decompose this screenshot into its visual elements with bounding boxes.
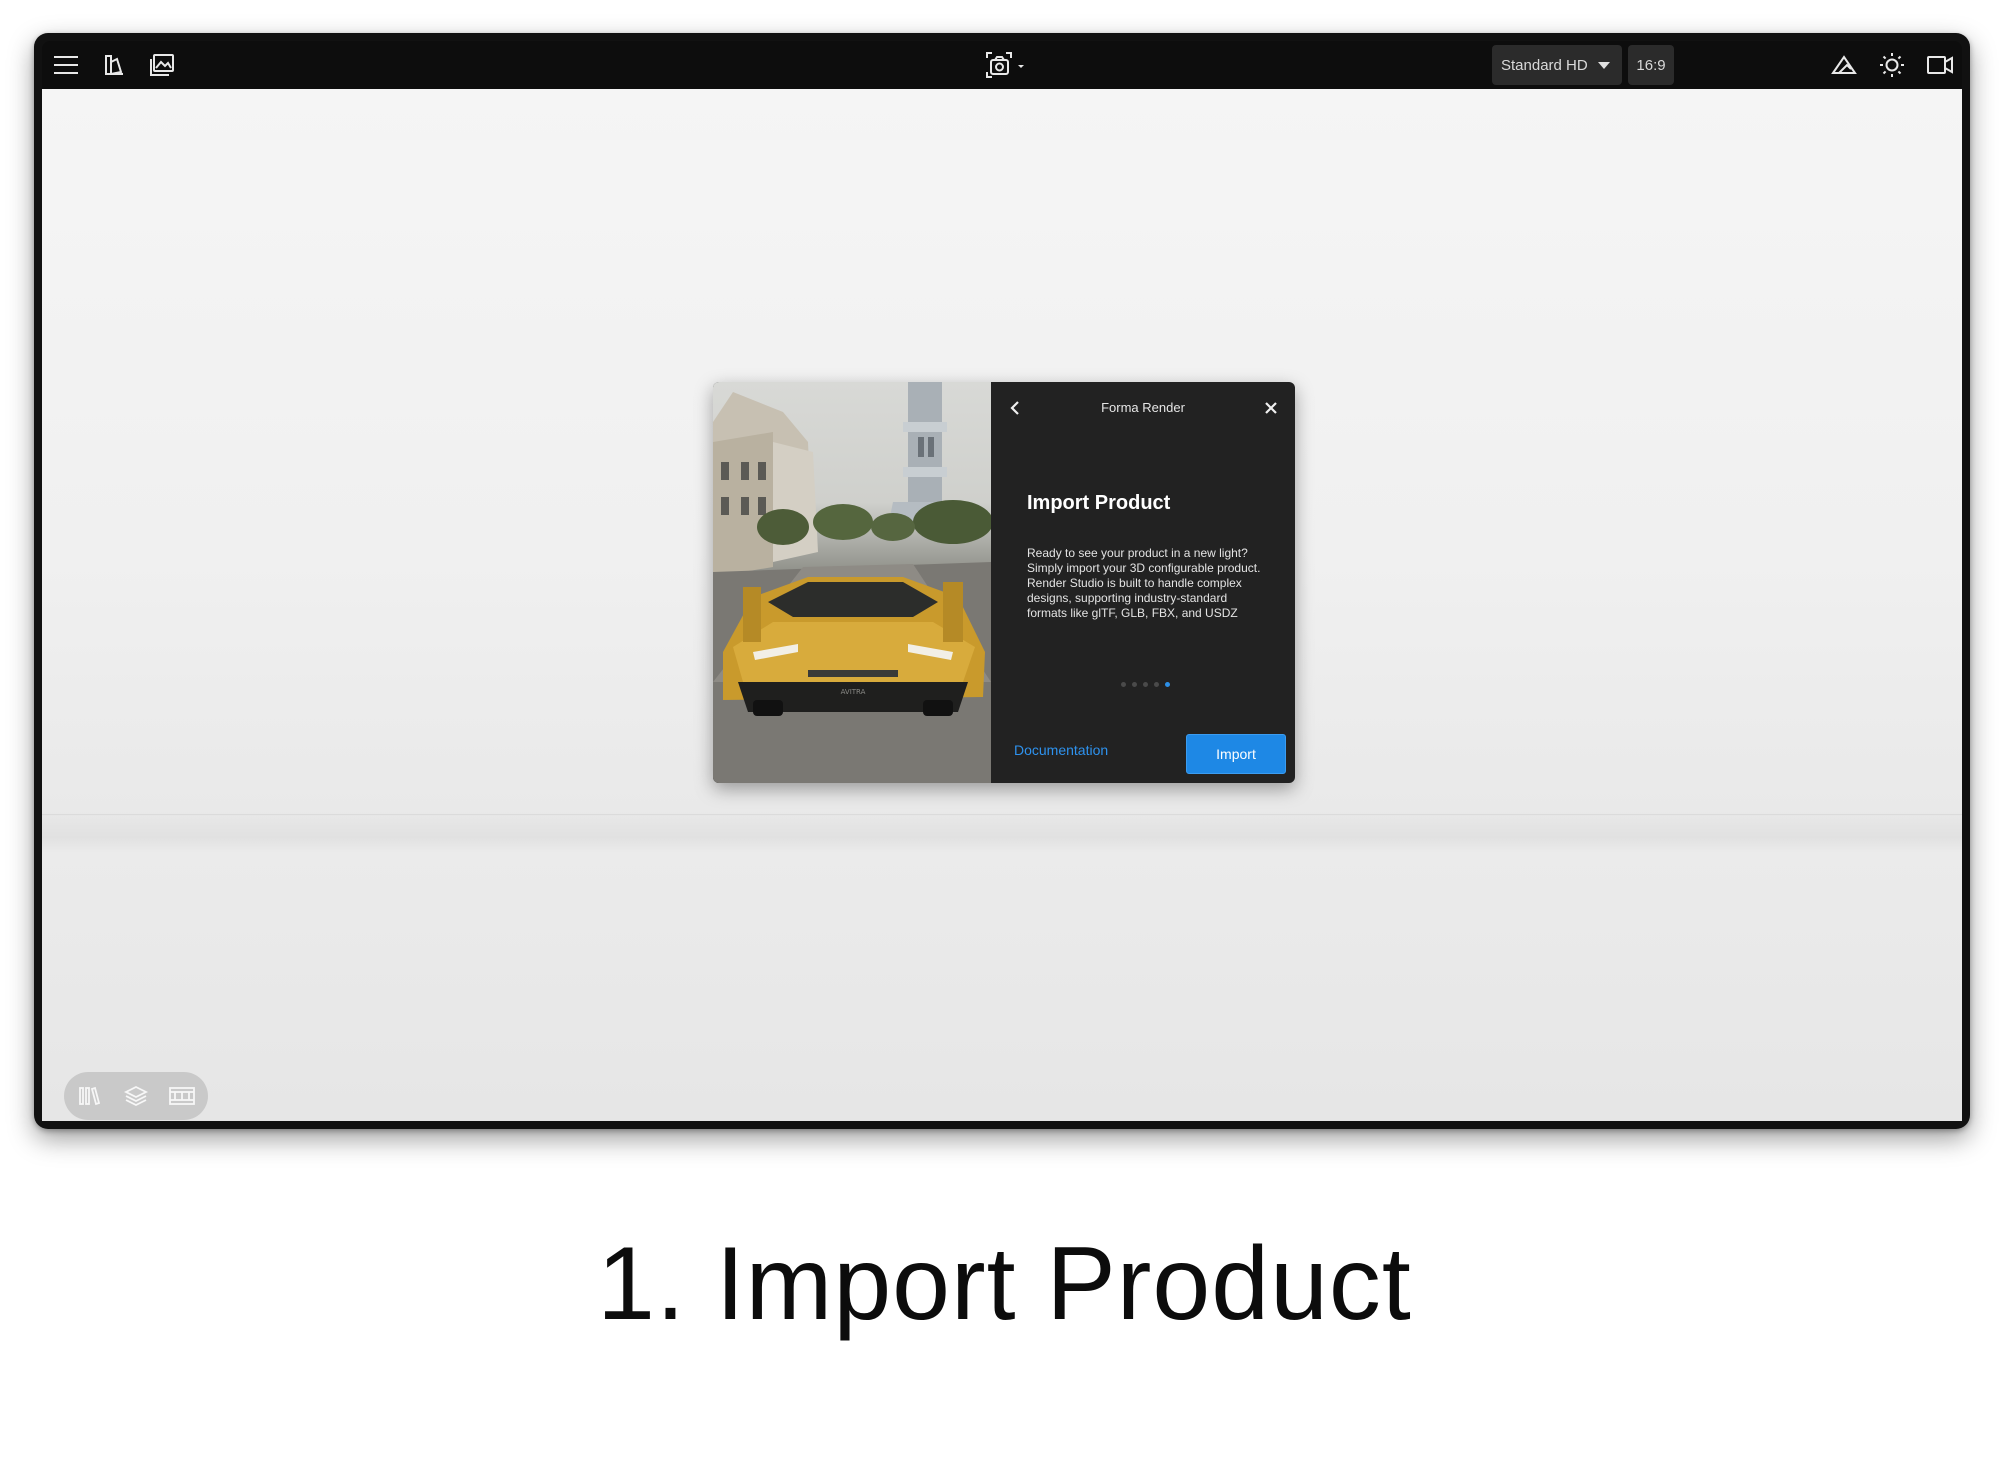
slide-caption: 1. Import Product (597, 1226, 1412, 1342)
close-icon (1265, 402, 1277, 414)
lighting-icon[interactable] (1872, 41, 1912, 89)
product-preview-image: AVITRA (713, 382, 991, 783)
pagination-dot[interactable] (1153, 682, 1159, 687)
resolution-dropdown[interactable]: Standard HD (1492, 45, 1622, 85)
close-button[interactable] (1257, 394, 1285, 422)
app-window: Standard HD 16:9 AVITRA Forma Render Imp… (34, 33, 1970, 1129)
filmstrip-icon[interactable] (160, 1072, 204, 1120)
camera-capture-icon[interactable] (982, 41, 1030, 89)
resolution-value: Standard HD (1501, 56, 1588, 74)
pagination-dot[interactable] (1120, 682, 1126, 687)
chevron-down-icon (1598, 62, 1610, 69)
dialog-heading: Import Product (1027, 492, 1171, 514)
environment-icon[interactable] (1824, 41, 1864, 89)
render-viewport[interactable]: AVITRA Forma Render Import Product Ready… (42, 89, 1962, 1121)
aspect-ratio-value: 16:9 (1636, 56, 1666, 74)
pagination-dots (991, 682, 1295, 687)
aspect-ratio-button[interactable]: 16:9 (1628, 45, 1674, 85)
camera-view-icon[interactable] (1920, 41, 1960, 89)
dialog-content-panel: Forma Render Import Product Ready to see… (991, 382, 1295, 783)
license-plate-text: AVITRA (841, 688, 866, 696)
pagination-dot[interactable] (1142, 682, 1148, 687)
layers-icon[interactable] (114, 1072, 158, 1120)
documentation-link[interactable]: Documentation (1014, 742, 1108, 758)
pagination-dot[interactable] (1131, 682, 1137, 687)
pagination-dot-active[interactable] (1164, 682, 1170, 687)
dialog-title: Forma Render (1101, 400, 1185, 415)
import-button[interactable]: Import (1186, 734, 1286, 774)
top-toolbar: Standard HD 16:9 (42, 41, 1962, 89)
image-gallery-icon[interactable] (142, 41, 182, 89)
bottom-tool-pill (64, 1072, 208, 1120)
dialog-description: Ready to see your product in a new light… (1027, 546, 1261, 620)
menu-icon[interactable] (46, 41, 86, 89)
ground-horizon (42, 814, 1962, 816)
onboarding-dialog: AVITRA Forma Render Import Product Ready… (713, 382, 1295, 783)
materials-icon[interactable] (94, 41, 134, 89)
library-icon[interactable] (68, 1072, 112, 1120)
